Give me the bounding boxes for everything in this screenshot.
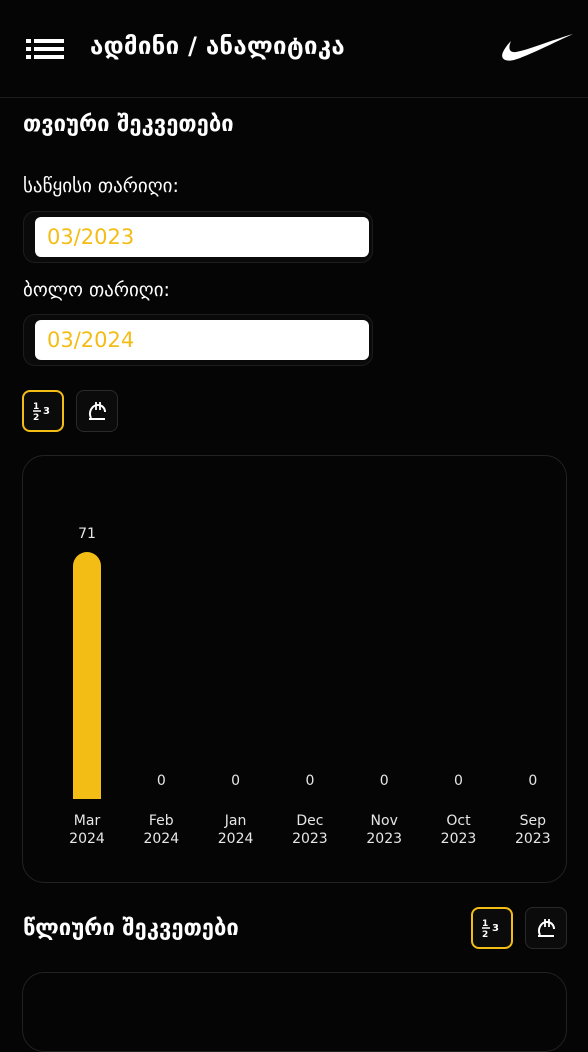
x-tick-month: Oct <box>446 813 471 829</box>
bar-value-label: 0 <box>454 773 463 789</box>
end-date-label: ბოლო თარიღი: <box>23 279 170 301</box>
app-header: ადმინი / ანალიტიკა <box>0 0 588 98</box>
bar-base <box>73 785 101 799</box>
lari-currency-icon <box>88 402 106 420</box>
bar-value-label: 0 <box>305 773 314 789</box>
lari-currency-icon <box>537 919 555 937</box>
svg-text:3: 3 <box>492 923 499 934</box>
bar-value-label: 0 <box>380 773 389 789</box>
yearly-currency-mode-button[interactable] <box>525 907 567 949</box>
svg-text:2: 2 <box>33 413 39 422</box>
page-title: ადმინი / ანალიტიკა <box>90 32 345 60</box>
x-tick-year: 2024 <box>69 831 105 847</box>
monthly-orders-chart: 71 Mar 2024 0 Feb 2024 0 Jan 2024 0 Dec 2023 0 Nov 202… <box>22 455 567 883</box>
x-tick-year: 2023 <box>441 831 477 847</box>
x-tick-month: Sep <box>520 813 547 829</box>
brand-swoosh-logo <box>502 34 573 61</box>
x-tick-month: Mar <box>74 813 101 829</box>
x-tick-year: 2024 <box>218 831 254 847</box>
svg-text:3: 3 <box>43 406 50 417</box>
bar-value-label: 0 <box>157 773 166 789</box>
svg-text:2: 2 <box>482 930 488 939</box>
x-tick-month: Feb <box>149 813 174 829</box>
numbers-icon: 1 2 3 <box>33 402 50 422</box>
yearly-count-mode-button[interactable]: 1 2 3 <box>471 907 513 949</box>
menu-icon[interactable] <box>26 38 64 60</box>
currency-mode-button[interactable] <box>76 390 118 432</box>
bar-mar-2024 <box>73 552 101 799</box>
bar-value-label: 0 <box>231 773 240 789</box>
count-mode-button[interactable]: 1 2 3 <box>22 390 64 432</box>
monthly-orders-title: თვიური შეკვეთები <box>23 112 234 137</box>
start-date-label: საწყისი თარიღი: <box>23 175 179 197</box>
yearly-orders-chart <box>22 972 567 1052</box>
x-tick-year: 2023 <box>366 831 402 847</box>
yearly-orders-title: წლიური შეკვეთები <box>23 916 239 941</box>
end-date-input[interactable] <box>35 320 369 360</box>
x-tick-year: 2023 <box>515 831 551 847</box>
x-tick-month: Dec <box>296 813 323 829</box>
x-tick-month: Nov <box>371 813 398 829</box>
bar-chart: 71 Mar 2024 0 Feb 2024 0 Jan 2024 0 Dec 2023 0 Nov 202… <box>69 526 551 847</box>
x-tick-month: Jan <box>224 813 247 829</box>
bar-value-label: 71 <box>78 526 96 542</box>
start-date-input[interactable] <box>35 217 369 257</box>
start-date-field <box>23 211 373 263</box>
bar-value-label: 0 <box>528 773 537 789</box>
end-date-field <box>23 314 373 366</box>
x-tick-year: 2024 <box>143 831 179 847</box>
x-tick-year: 2023 <box>292 831 328 847</box>
numbers-icon: 1 2 3 <box>482 919 499 939</box>
